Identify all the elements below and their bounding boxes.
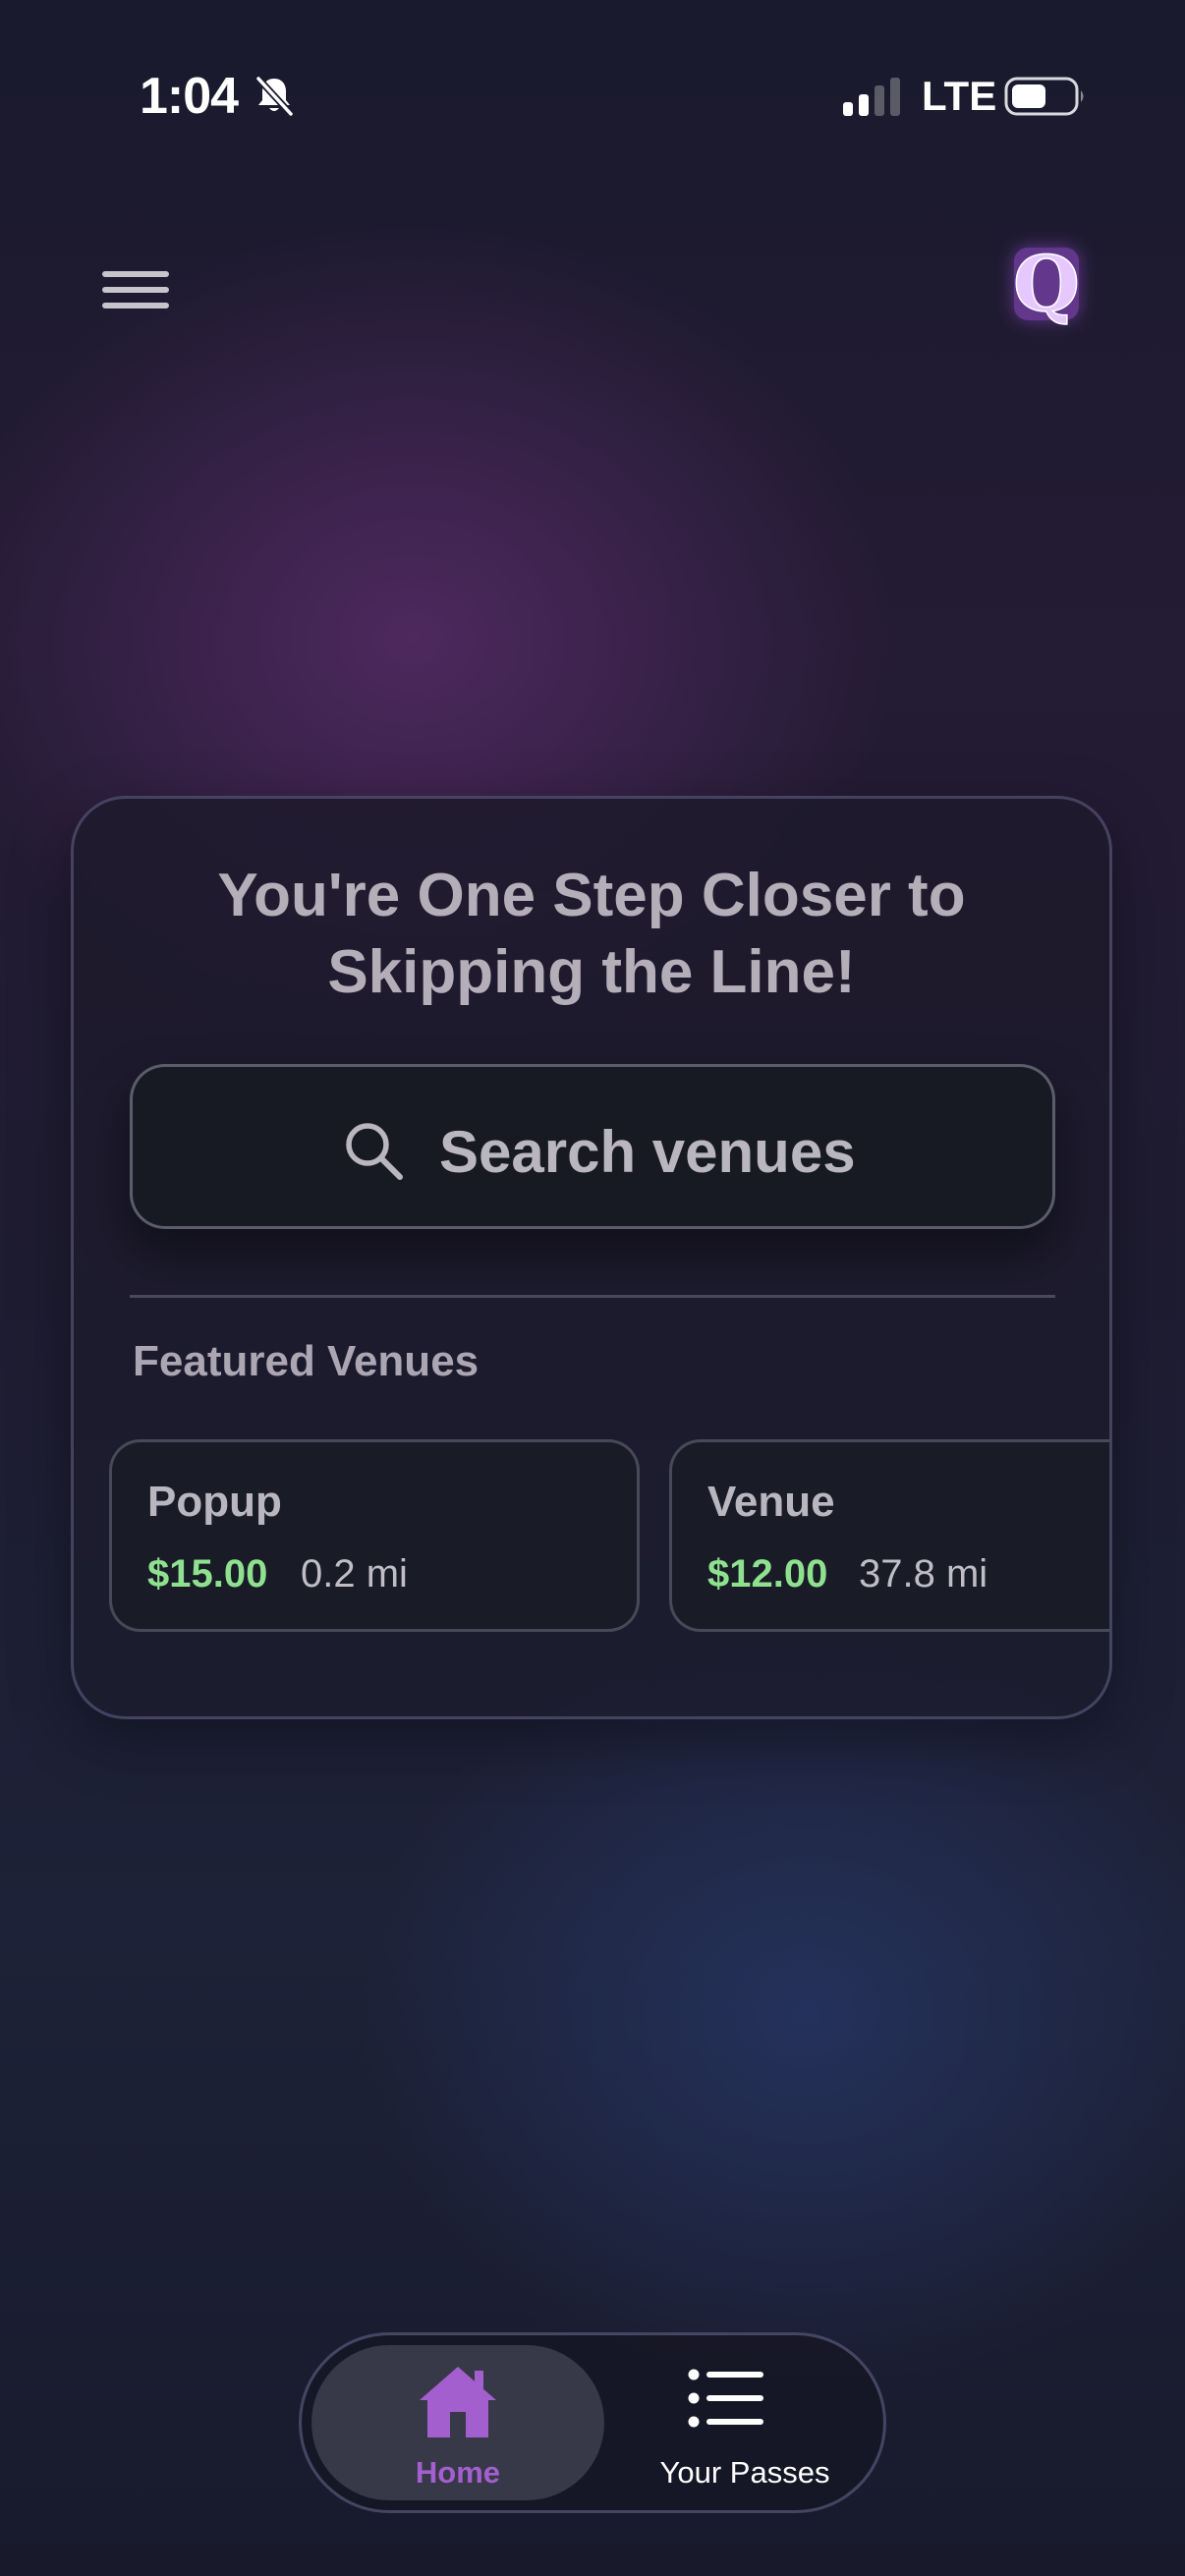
logo-letter: Q (1013, 240, 1080, 329)
headline-line-1: You're One Step Closer to (217, 862, 966, 929)
hamburger-menu-icon[interactable] (98, 265, 173, 314)
venue-distance: 37.8 mi (859, 1552, 988, 1596)
divider (130, 1295, 1055, 1298)
nav-home-label: Home (415, 2455, 501, 2490)
network-label: LTE (922, 73, 997, 119)
search-label: Search venues (439, 1119, 856, 1185)
venue-price: $15.00 (147, 1552, 268, 1596)
status-bar: 1:04 LTE (0, 0, 1185, 196)
list-icon (688, 2369, 763, 2428)
venue-price: $12.00 (707, 1552, 828, 1596)
nav-passes-label: Your Passes (659, 2455, 830, 2490)
welcome-card: You're One Step Closer to Skipping the L… (71, 796, 1112, 1719)
page-title: You're One Step Closer to Skipping the L… (74, 858, 1109, 1011)
status-time: 1:04 (140, 68, 239, 125)
search-venues-button[interactable]: Search venues (130, 1064, 1055, 1229)
bell-slash-icon (255, 76, 294, 117)
venue-card-popup[interactable]: Popup $15.00 0.2 mi (109, 1439, 640, 1632)
headline-line-2: Skipping the Line! (327, 938, 856, 1006)
nav-tab-your-passes[interactable]: Your Passes (616, 2345, 874, 2500)
battery-icon (1004, 77, 1084, 116)
featured-venues-title: Featured Venues (133, 1337, 480, 1385)
venue-card-venue[interactable]: Venue $12.00 37.8 mi (669, 1439, 1109, 1632)
nav-tab-home[interactable]: Home (311, 2345, 604, 2500)
bottom-nav: Home Your Passes (299, 2332, 886, 2513)
signal-icon (843, 78, 900, 116)
venue-name: Popup (147, 1478, 282, 1526)
app-logo-badge[interactable]: Q (1006, 239, 1087, 330)
venue-distance: 0.2 mi (301, 1552, 408, 1596)
home-icon (420, 2367, 496, 2437)
search-icon (346, 1123, 403, 1180)
venue-name: Venue (707, 1478, 835, 1526)
app-screen: 1:04 LTE Q You're One Step Closer to Ski… (0, 0, 1185, 2576)
